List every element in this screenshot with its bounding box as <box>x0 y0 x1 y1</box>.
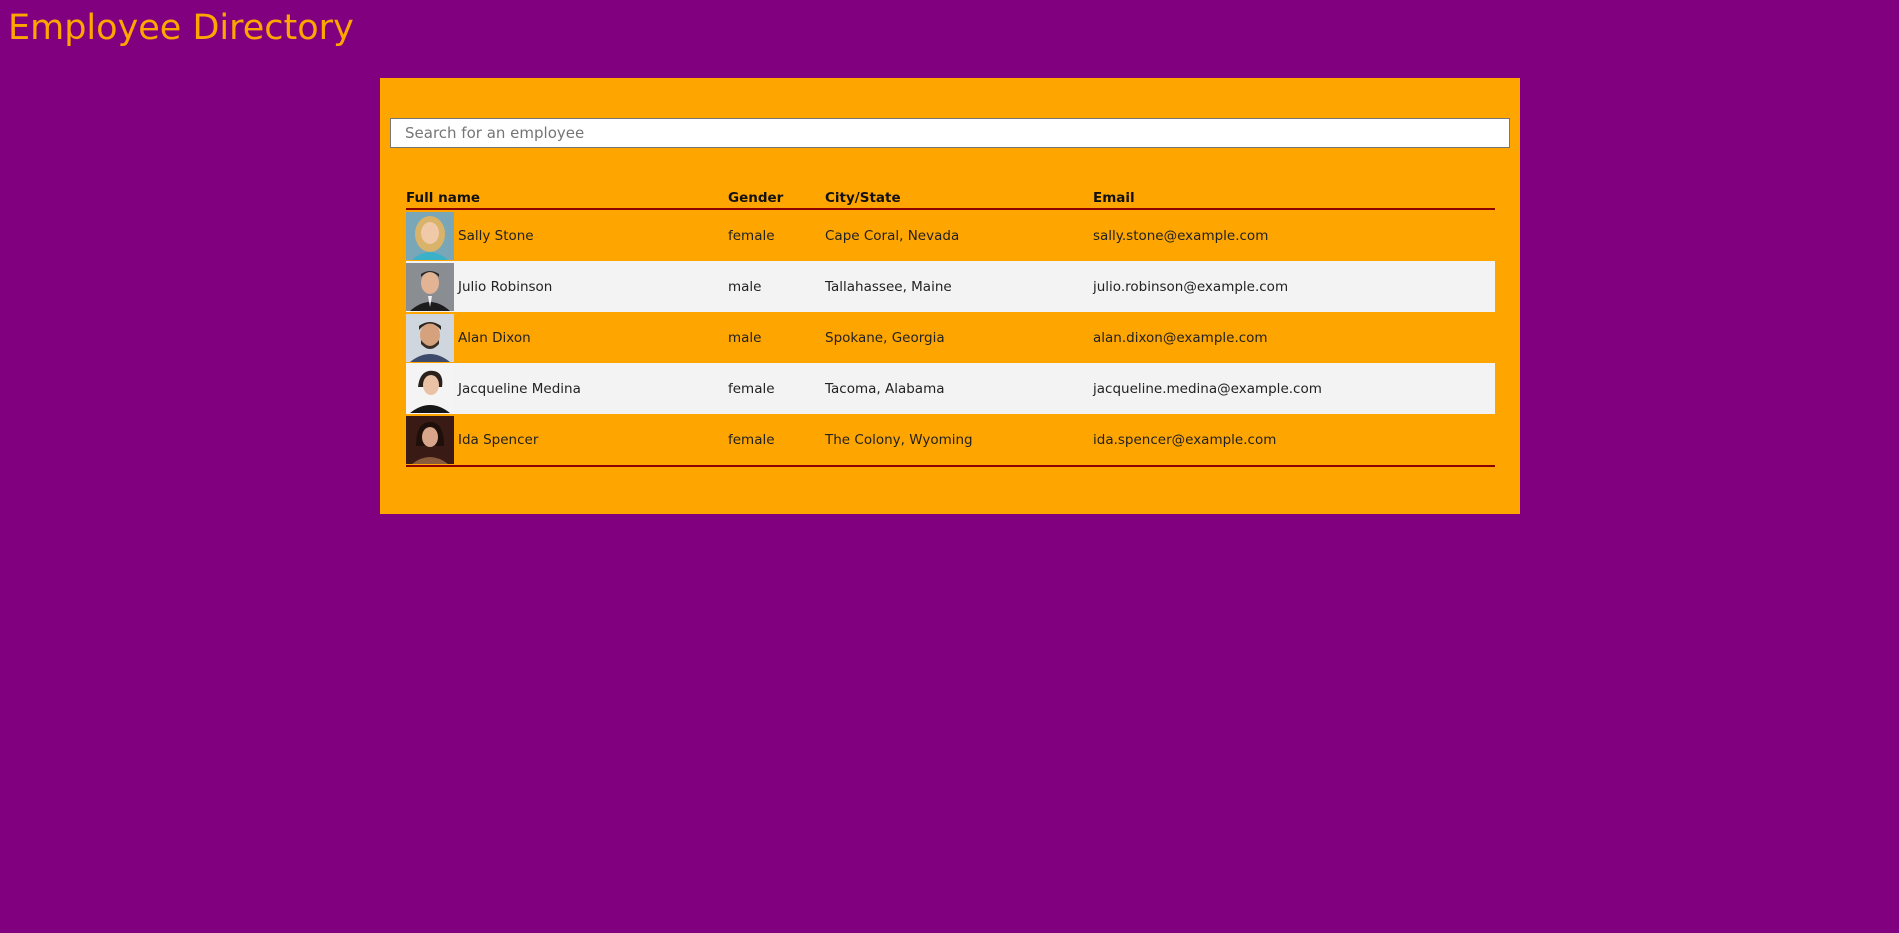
email-cell: alan.dixon@example.com <box>1093 329 1268 346</box>
gender-cell: male <box>728 278 762 295</box>
column-header-city-state: City/State <box>825 186 1093 210</box>
employee-name: Sally Stone <box>458 227 534 244</box>
email-cell: jacqueline.medina@example.com <box>1093 380 1322 397</box>
column-header-email: Email <box>1093 186 1495 210</box>
gender-cell: male <box>728 329 762 346</box>
employee-name: Julio Robinson <box>458 278 553 295</box>
table-row: Jacqueline Medina female Tacoma, Alabama… <box>406 363 1495 414</box>
email-cell: julio.robinson@example.com <box>1093 278 1289 295</box>
employee-name: Jacqueline Medina <box>458 380 581 397</box>
city-cell: Cape Coral, Nevada <box>825 227 960 244</box>
table-row: Ida Spencer female The Colony, Wyoming i… <box>406 414 1495 467</box>
column-header-full-name[interactable]: Full name <box>406 186 728 210</box>
employee-table: Full name Gender City/State Email Sally … <box>406 186 1495 467</box>
search-input[interactable] <box>390 118 1510 148</box>
person-photo-icon <box>406 415 454 464</box>
column-header-gender: Gender <box>728 186 825 210</box>
person-photo-icon <box>406 262 454 311</box>
name-cell: Alan Dixon <box>406 312 728 363</box>
person-photo-icon <box>406 364 454 413</box>
person-photo-icon <box>406 211 454 260</box>
gender-cell: female <box>728 380 775 397</box>
name-cell: Julio Robinson <box>406 261 728 312</box>
email-cell: ida.spencer@example.com <box>1093 414 1495 467</box>
person-photo-icon <box>406 313 454 362</box>
city-cell: Spokane, Georgia <box>825 329 945 346</box>
gender-cell: female <box>728 414 825 467</box>
city-cell: Tallahassee, Maine <box>825 278 952 295</box>
page-title: Employee Directory <box>8 8 354 48</box>
employee-name: Alan Dixon <box>458 329 531 346</box>
directory-panel: Full name Gender City/State Email <box>380 78 1520 514</box>
city-cell: The Colony, Wyoming <box>825 414 1093 467</box>
name-cell: Ida Spencer <box>406 414 728 467</box>
name-cell: Sally Stone <box>406 209 728 261</box>
name-cell: Jacqueline Medina <box>406 363 728 414</box>
email-cell: sally.stone@example.com <box>1093 227 1269 244</box>
gender-cell: female <box>728 227 775 244</box>
table-row: Julio Robinson male Tallahassee, Maine j… <box>406 261 1495 312</box>
table-row: Alan Dixon male Spokane, Georgia alan.di… <box>406 312 1495 363</box>
employee-name: Ida Spencer <box>458 431 539 448</box>
city-cell: Tacoma, Alabama <box>825 380 945 397</box>
table-header-row: Full name Gender City/State Email <box>406 186 1495 210</box>
table-row: Sally Stone female Cape Coral, Nevada sa… <box>406 209 1495 261</box>
